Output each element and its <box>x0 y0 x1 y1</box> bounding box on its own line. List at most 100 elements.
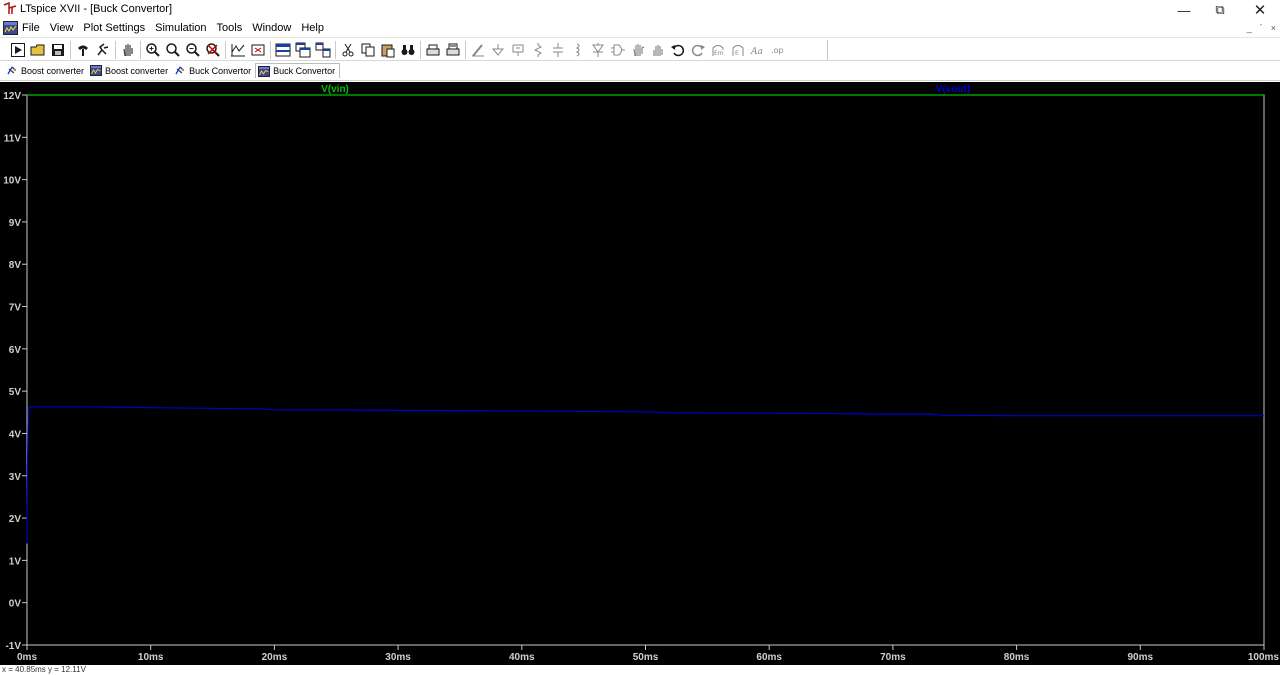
y-tick-label: 9V <box>9 218 22 229</box>
run-button[interactable] <box>8 40 28 60</box>
tab-boost-converter-waveform[interactable]: Boost converter <box>88 63 172 78</box>
waveform-chart[interactable]: -1V 0V 1V 2V 3V 4V 5V 6V 7V 8V 9V 10V 11V 12V 0ms 10ms 2… <box>0 82 1280 665</box>
legend-vvin[interactable]: V(vin) <box>321 84 349 95</box>
menu-help[interactable]: Help <box>301 22 324 34</box>
zoom-area-button[interactable] <box>163 40 183 60</box>
copy-button[interactable] <box>358 40 378 60</box>
cut-button[interactable] <box>338 40 358 60</box>
legend-vvout[interactable]: V(vout) <box>936 84 970 95</box>
zoom-fit-icon <box>250 42 266 58</box>
menu-file[interactable]: File <box>22 22 40 34</box>
schematic-icon <box>7 66 17 75</box>
y-tick-label: 11V <box>4 133 22 144</box>
text-button[interactable]: Aa <box>748 40 768 60</box>
toolbar-separator <box>420 41 421 59</box>
menu-view[interactable]: View <box>50 22 74 34</box>
mdi-child-buttons: _ ´ × <box>1247 23 1276 33</box>
mirror-button[interactable]: E <box>728 40 748 60</box>
restore-button[interactable]: ⧉ <box>1200 0 1240 20</box>
print-setup-button[interactable] <box>443 40 463 60</box>
svg-text:Em: Em <box>714 50 724 57</box>
menu-items: File View Plot Settings Simulation Tools Wind… <box>22 22 334 34</box>
undo-button[interactable] <box>668 40 688 60</box>
y-tick-label: 5V <box>9 387 22 398</box>
close-button[interactable]: ✕ <box>1240 0 1280 20</box>
y-tick-label: 4V <box>9 429 22 440</box>
mirror-icon: E <box>730 42 746 58</box>
tile-vertical-button[interactable] <box>313 40 333 60</box>
svg-text:E: E <box>735 50 739 57</box>
redo-icon <box>690 42 706 58</box>
menu-window[interactable]: Window <box>252 22 291 34</box>
rotate-button[interactable]: Em <box>708 40 728 60</box>
document-tabs: Boost converter Boost converter Buck Conve… <box>4 63 341 78</box>
x-tick-label: 60ms <box>756 652 782 663</box>
diode-icon <box>590 42 606 58</box>
zoom-fit-button[interactable] <box>248 40 268 60</box>
print-setup-icon <box>445 42 461 58</box>
open-button[interactable] <box>28 40 48 60</box>
drag-button[interactable] <box>648 40 668 60</box>
resistor-button[interactable] <box>528 40 548 60</box>
x-tick-label: 10ms <box>138 652 164 663</box>
child-restore-button[interactable]: ´ <box>1260 23 1263 33</box>
save-icon <box>50 42 66 58</box>
waveform-icon <box>90 65 103 76</box>
child-close-button[interactable]: × <box>1271 23 1276 33</box>
status-bar: x = 40.85ms y = 12.11V <box>0 665 1280 675</box>
svg-text:.op: .op <box>771 46 784 55</box>
move-button[interactable] <box>628 40 648 60</box>
inductor-button[interactable] <box>568 40 588 60</box>
zoom-out-button[interactable] <box>183 40 203 60</box>
minimize-button[interactable]: — <box>1164 0 1204 20</box>
find-icon <box>400 42 416 58</box>
menu-plot-settings[interactable]: Plot Settings <box>83 22 145 34</box>
wire-button[interactable] <box>468 40 488 60</box>
spice-directive-button[interactable]: .op <box>768 40 788 60</box>
y-tick-label: 12V <box>3 91 21 102</box>
undo-icon <box>670 42 686 58</box>
cascade-button[interactable] <box>293 40 313 60</box>
menu-simulation[interactable]: Simulation <box>155 22 206 34</box>
zoom-cancel-button[interactable] <box>203 40 223 60</box>
paste-button[interactable] <box>378 40 398 60</box>
tab-buck-convertor-waveform[interactable]: Buck Convertor <box>255 63 341 78</box>
pan-button[interactable] <box>118 40 138 60</box>
waveform-window-icon[interactable] <box>3 21 18 35</box>
tile-horizontal-button[interactable] <box>273 40 293 60</box>
menu-tools[interactable]: Tools <box>217 22 243 34</box>
print-button[interactable] <box>423 40 443 60</box>
copy-icon <box>360 42 376 58</box>
label-icon <box>510 42 526 58</box>
tile-horizontal-icon <box>275 42 291 58</box>
toolbar-separator <box>225 41 226 59</box>
x-tick-label: 50ms <box>633 652 659 663</box>
capacitor-button[interactable] <box>548 40 568 60</box>
menu-bar: File View Plot Settings Simulation Tools Wind… <box>0 20 1280 37</box>
plot-frame <box>26 94 1265 646</box>
window-title: LTspice XVII - [Buck Convertor] <box>20 3 173 15</box>
component-button[interactable] <box>608 40 628 60</box>
diode-button[interactable] <box>588 40 608 60</box>
label-button[interactable] <box>508 40 528 60</box>
x-tick-label: 70ms <box>880 652 906 663</box>
autorange-button[interactable] <box>228 40 248 60</box>
rotate-icon: Em <box>710 42 726 58</box>
tab-boost-converter-schematic[interactable]: Boost converter <box>4 63 88 78</box>
control-panel-button[interactable] <box>73 40 93 60</box>
toolbar-separator <box>70 41 71 59</box>
waveform-plot[interactable]: -1V 0V 1V 2V 3V 4V 5V 6V 7V 8V 9V 10V 11V 12V 0ms 10ms 2… <box>0 82 1280 665</box>
zoom-in-button[interactable] <box>143 40 163 60</box>
x-tick-label: 40ms <box>509 652 535 663</box>
find-button[interactable] <box>398 40 418 60</box>
zoom-in-icon <box>145 42 161 58</box>
halt-button[interactable] <box>93 40 113 60</box>
tab-buck-convertor-schematic[interactable]: Buck Convertor <box>172 63 255 78</box>
redo-button[interactable] <box>688 40 708 60</box>
ground-icon <box>490 42 506 58</box>
child-minimize-button[interactable]: _ <box>1247 23 1252 33</box>
ground-button[interactable] <box>488 40 508 60</box>
toolbar: Em E Aa .op <box>0 37 1280 61</box>
save-button[interactable] <box>48 40 68 60</box>
x-tick-label: 90ms <box>1128 652 1154 663</box>
